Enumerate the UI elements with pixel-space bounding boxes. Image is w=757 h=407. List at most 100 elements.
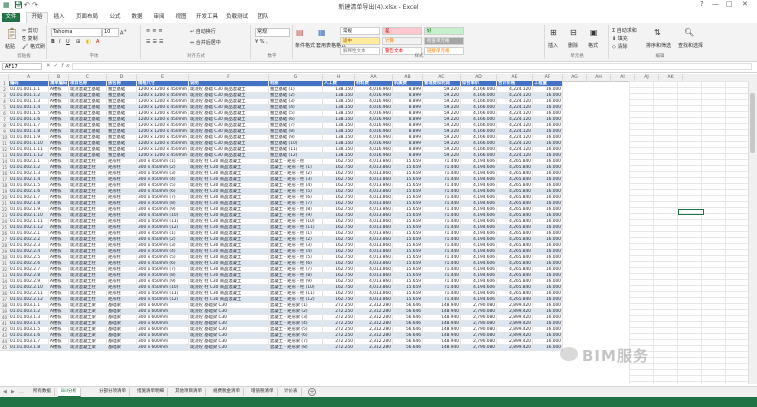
formula-input[interactable] xyxy=(72,63,752,70)
select-all-corner[interactable] xyxy=(0,74,9,81)
table-format-icon[interactable]: ▦ xyxy=(318,28,326,37)
paste-button[interactable]: 粘贴 xyxy=(5,43,15,50)
spreadsheet-grid[interactable]: 1 2 3 4 5 6 7 8 9 10 11 12 13 14 15 16 17 18 19 20 21 22 23 24 2… xyxy=(0,81,757,384)
tab-developer[interactable]: 开发工具 xyxy=(194,13,220,22)
table-cell[interactable]: 2,312.280 xyxy=(355,345,393,351)
name-box[interactable]: AF17 xyxy=(2,63,42,70)
border-icon[interactable]: ⊞ xyxy=(76,39,80,45)
column-header[interactable]: AD xyxy=(461,74,497,81)
tab-data[interactable]: 数据 xyxy=(128,13,146,22)
italic-button[interactable]: I xyxy=(59,39,60,45)
fill-color-icon[interactable]: ◧ xyxy=(86,39,91,45)
add-sheet-icon[interactable]: + xyxy=(308,388,316,396)
delete-cells-button[interactable]: 删除 xyxy=(568,42,578,49)
prev-sheet-icon[interactable]: ◀ xyxy=(3,389,7,395)
table-cell[interactable]: 56.646 xyxy=(393,345,423,351)
cell-style-option[interactable]: 好 xyxy=(424,27,464,35)
sheet-tab[interactable]: 措施清单明细 xyxy=(134,388,168,396)
cell-style-option[interactable]: 适中 xyxy=(340,37,380,45)
cell-style-option[interactable]: 检查单元格 xyxy=(424,37,464,45)
cell-style-option[interactable]: 差 xyxy=(382,27,422,35)
column-header[interactable]: H xyxy=(323,74,355,81)
sheet-tab[interactable]: 其他项目清单 xyxy=(172,388,206,396)
column-header[interactable]: AG xyxy=(563,74,587,81)
table-cell[interactable]: 01.01.003.1.8 xyxy=(9,345,49,351)
table-cell[interactable]: 300 x 600mm xyxy=(137,345,189,351)
vertical-scrollbar[interactable] xyxy=(748,81,757,384)
column-header[interactable]: AB xyxy=(393,74,423,81)
table-cell[interactable]: 基础梁 xyxy=(107,345,137,351)
number-format-select[interactable]: 常规 xyxy=(255,28,290,37)
underline-button[interactable]: U xyxy=(66,39,70,45)
align-left-icon[interactable]: ☰☰☰ xyxy=(146,39,165,45)
insert-cells-icon[interactable]: ⊞ xyxy=(550,28,557,37)
column-header[interactable]: C xyxy=(69,74,107,81)
find-select-button[interactable]: 查找和选择 xyxy=(678,42,703,49)
font-size-select[interactable]: 10 xyxy=(102,28,119,37)
table-cell[interactable]: 272.250 xyxy=(323,345,355,351)
column-header[interactable]: AJ xyxy=(635,74,659,81)
column-header[interactable]: AE xyxy=(497,74,533,81)
tab-team[interactable]: 团队 xyxy=(254,13,272,22)
row-header[interactable]: 45 xyxy=(0,345,9,351)
close-button[interactable]: ✕ xyxy=(742,0,748,8)
font-color-icon[interactable]: A xyxy=(96,39,99,45)
format-painter-button[interactable]: 🖌︎ 格式刷 xyxy=(22,43,45,50)
clear-button[interactable]: ◇ 清除 xyxy=(612,43,627,50)
table-cell[interactable]: 现浇混凝土梁 xyxy=(69,345,107,351)
column-header[interactable]: AA xyxy=(355,74,393,81)
table-cell[interactable]: 16.000 xyxy=(533,345,563,351)
table-cell[interactable]: 148.940 xyxy=(423,345,461,351)
cancel-icon[interactable]: ✕ xyxy=(46,63,54,69)
insert-cells-button[interactable]: 插入 xyxy=(548,42,558,49)
sheet-tab[interactable]: 所有数据 xyxy=(30,388,55,396)
sheet-tab[interactable]: 规费税金清单 xyxy=(210,388,244,396)
maximize-button[interactable]: □ xyxy=(726,0,733,8)
align-top-icon[interactable]: ≡≡≡ xyxy=(146,28,165,34)
column-header[interactable]: AH xyxy=(587,74,611,81)
conditional-format-button[interactable]: 条件格式 xyxy=(295,42,315,49)
column-header[interactable]: AI xyxy=(611,74,635,81)
minimize-button[interactable]: — xyxy=(712,0,719,8)
sheet-tab[interactable]: 增值税清单 xyxy=(248,388,278,396)
more-sheets-icon[interactable]: … xyxy=(19,389,24,395)
delete-cells-icon[interactable]: ⊟ xyxy=(570,28,577,37)
column-header[interactable]: AK xyxy=(659,74,683,81)
table-cell[interactable]: 现浇砼 基础梁 C30 xyxy=(189,345,269,351)
cell-style-option[interactable]: 计算 xyxy=(382,37,422,45)
column-header[interactable]: G xyxy=(269,74,323,81)
copy-button[interactable]: ⎘ 复制 xyxy=(22,35,38,42)
column-header[interactable]: A xyxy=(9,74,49,81)
column-header[interactable]: AC xyxy=(423,74,461,81)
empty-cells[interactable] xyxy=(629,81,757,384)
fill-button[interactable]: ⬇ 填充 xyxy=(612,35,628,42)
column-header[interactable]: F xyxy=(189,74,269,81)
tab-formulas[interactable]: 公式 xyxy=(106,13,124,22)
table-cell[interactable]: 2,899.420 xyxy=(497,345,533,351)
help-button[interactable]: ? xyxy=(700,0,704,8)
sheet-tab[interactable]: 计价表 xyxy=(281,388,302,396)
wrap-text-button[interactable]: ↵ 自动换行 xyxy=(190,28,216,35)
cut-button[interactable]: ✂ 剪切 xyxy=(22,27,38,34)
column-header[interactable]: AF xyxy=(533,74,563,81)
paste-icon[interactable]: 📋︎ xyxy=(5,27,19,40)
tab-view[interactable]: 视图 xyxy=(172,13,190,22)
currency-icon[interactable]: ¥ % , xyxy=(255,39,268,45)
conditional-format-icon[interactable]: ▤ xyxy=(296,28,304,37)
find-select-icon[interactable]: 🔍︎ xyxy=(684,28,694,37)
column-header[interactable]: D xyxy=(107,74,137,81)
grow-font-icon[interactable]: A+ xyxy=(120,28,127,37)
bold-button[interactable]: B xyxy=(51,39,55,45)
tab-review[interactable]: 审阅 xyxy=(150,13,168,22)
tab-file[interactable]: 文件 xyxy=(2,13,20,22)
column-header[interactable]: B xyxy=(49,74,69,81)
tab-load-test[interactable]: 负载测试 xyxy=(224,13,250,22)
table-cell[interactable]: 混凝土 - 矩形梁 (8) xyxy=(269,345,323,351)
sort-filter-icon[interactable]: ⇅ xyxy=(654,28,661,37)
fx-icon[interactable]: fx xyxy=(61,63,72,69)
selected-cell[interactable] xyxy=(678,209,704,215)
merge-center-button[interactable]: ⇔ 合并后居中 xyxy=(190,39,221,46)
column-header[interactable]: E xyxy=(137,74,189,81)
next-sheet-icon[interactable]: ▶ xyxy=(11,389,15,395)
format-cells-button[interactable]: 格式 xyxy=(588,42,598,49)
